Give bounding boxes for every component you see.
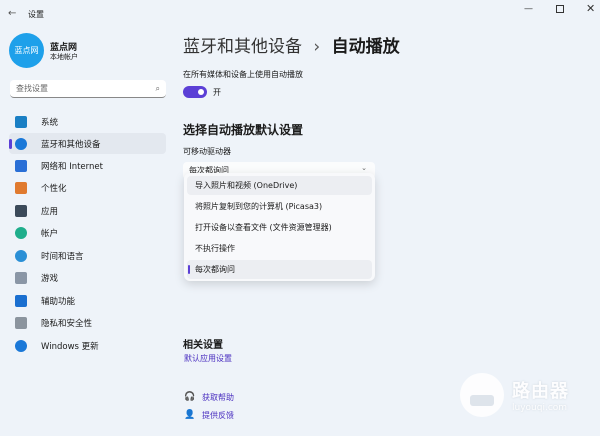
autoplay-label: 在所有媒体和设备上使用自动播放 <box>183 70 303 79</box>
sidebar-item-7[interactable]: 游戏 <box>9 267 166 288</box>
brush-icon <box>15 181 27 194</box>
search-input[interactable]: 查找设置 ⌕ <box>10 80 166 98</box>
apps-icon <box>15 204 27 217</box>
shield-icon <box>15 316 27 329</box>
default-apps-link[interactable]: 默认应用设置 <box>184 353 232 364</box>
sidebar-item-10[interactable]: Windows 更新 <box>9 335 166 356</box>
dropdown-option[interactable]: 将照片复制到您的计算机 (Picasa3) <box>187 197 372 216</box>
help-icon: 🎧 <box>184 392 196 402</box>
sidebar-item-label: 隐私和安全性 <box>41 318 93 329</box>
watermark: 路由器 luyouqi.com <box>460 373 569 417</box>
sidebar-item-label: 辅助功能 <box>41 296 76 307</box>
sidebar-item-label: Windows 更新 <box>41 341 99 352</box>
defaults-heading: 选择自动播放默认设置 <box>183 123 304 137</box>
breadcrumb: 蓝牙和其他设备 › 自动播放 <box>183 32 400 57</box>
sidebar-item-label: 应用 <box>41 206 59 217</box>
search-icon: ⌕ <box>155 83 160 93</box>
feedback-link[interactable]: 提供反馈 <box>202 410 234 421</box>
account-type: 本地帐户 <box>50 53 78 61</box>
monitor-icon <box>15 115 27 128</box>
sidebar-item-8[interactable]: 辅助功能 <box>9 290 166 311</box>
gamepad-icon <box>15 271 27 284</box>
get-help-link[interactable]: 获取帮助 <box>202 392 234 403</box>
drive-label: 可移动驱动器 <box>183 147 231 156</box>
sidebar-item-label: 个性化 <box>41 183 67 194</box>
router-logo-icon <box>460 373 504 417</box>
accessibility-icon <box>15 294 27 307</box>
close-button[interactable]: ✕ <box>586 2 595 15</box>
dropdown-option[interactable]: 不执行操作 <box>187 239 372 258</box>
bluetooth-icon <box>15 137 27 150</box>
update-icon <box>15 339 27 352</box>
sidebar-item-5[interactable]: 帐户 <box>9 222 166 243</box>
dropdown-menu: 导入照片和视频 (OneDrive) 将照片复制到您的计算机 (Picasa3) 打… <box>184 173 375 281</box>
feedback-icon: 👤 <box>184 410 196 420</box>
search-placeholder: 查找设置 <box>16 84 48 93</box>
person-icon <box>15 226 27 239</box>
dropdown-option[interactable]: 打开设备以查看文件 (文件资源管理器) <box>187 218 372 237</box>
sidebar-item-label: 帐户 <box>41 228 59 239</box>
page-title: 自动播放 <box>331 37 400 57</box>
breadcrumb-parent[interactable]: 蓝牙和其他设备 <box>183 37 302 57</box>
sidebar-item-label: 蓝牙和其他设备 <box>41 139 101 150</box>
dropdown-option[interactable]: 每次都询问 <box>187 260 372 279</box>
globe-clock-icon <box>15 249 27 262</box>
sidebar-item-label: 游戏 <box>41 273 59 284</box>
minimize-button[interactable]: — <box>524 4 533 14</box>
sidebar-item-4[interactable]: 应用 <box>9 200 166 221</box>
toggle-state: 开 <box>213 88 221 97</box>
chevron-down-icon: ⌄ <box>361 164 367 172</box>
sidebar-item-9[interactable]: 隐私和安全性 <box>9 312 166 333</box>
breadcrumb-separator: › <box>313 37 321 57</box>
autoplay-toggle[interactable] <box>183 86 207 98</box>
sidebar-item-3[interactable]: 个性化 <box>9 177 166 198</box>
wifi-icon <box>15 159 27 172</box>
maximize-button[interactable] <box>556 5 564 13</box>
sidebar-item-label: 时间和语言 <box>41 251 84 262</box>
sidebar-item-2[interactable]: 网络和 Internet <box>9 155 166 176</box>
related-heading: 相关设置 <box>183 340 223 351</box>
avatar: 蓝点网 <box>9 33 44 68</box>
sidebar-item-1[interactable]: 蓝牙和其他设备 <box>9 133 166 154</box>
sidebar-item-label: 网络和 Internet <box>41 161 103 172</box>
dropdown-option[interactable]: 导入照片和视频 (OneDrive) <box>187 176 372 195</box>
back-button[interactable]: ← <box>8 8 16 19</box>
sidebar-item-label: 系统 <box>41 117 59 128</box>
watermark-url: luyouqi.com <box>512 403 568 413</box>
window-title: 设置 <box>28 10 44 19</box>
sidebar-item-0[interactable]: 系统 <box>9 111 166 132</box>
sidebar-item-6[interactable]: 时间和语言 <box>9 245 166 266</box>
watermark-title: 路由器 <box>512 381 569 402</box>
